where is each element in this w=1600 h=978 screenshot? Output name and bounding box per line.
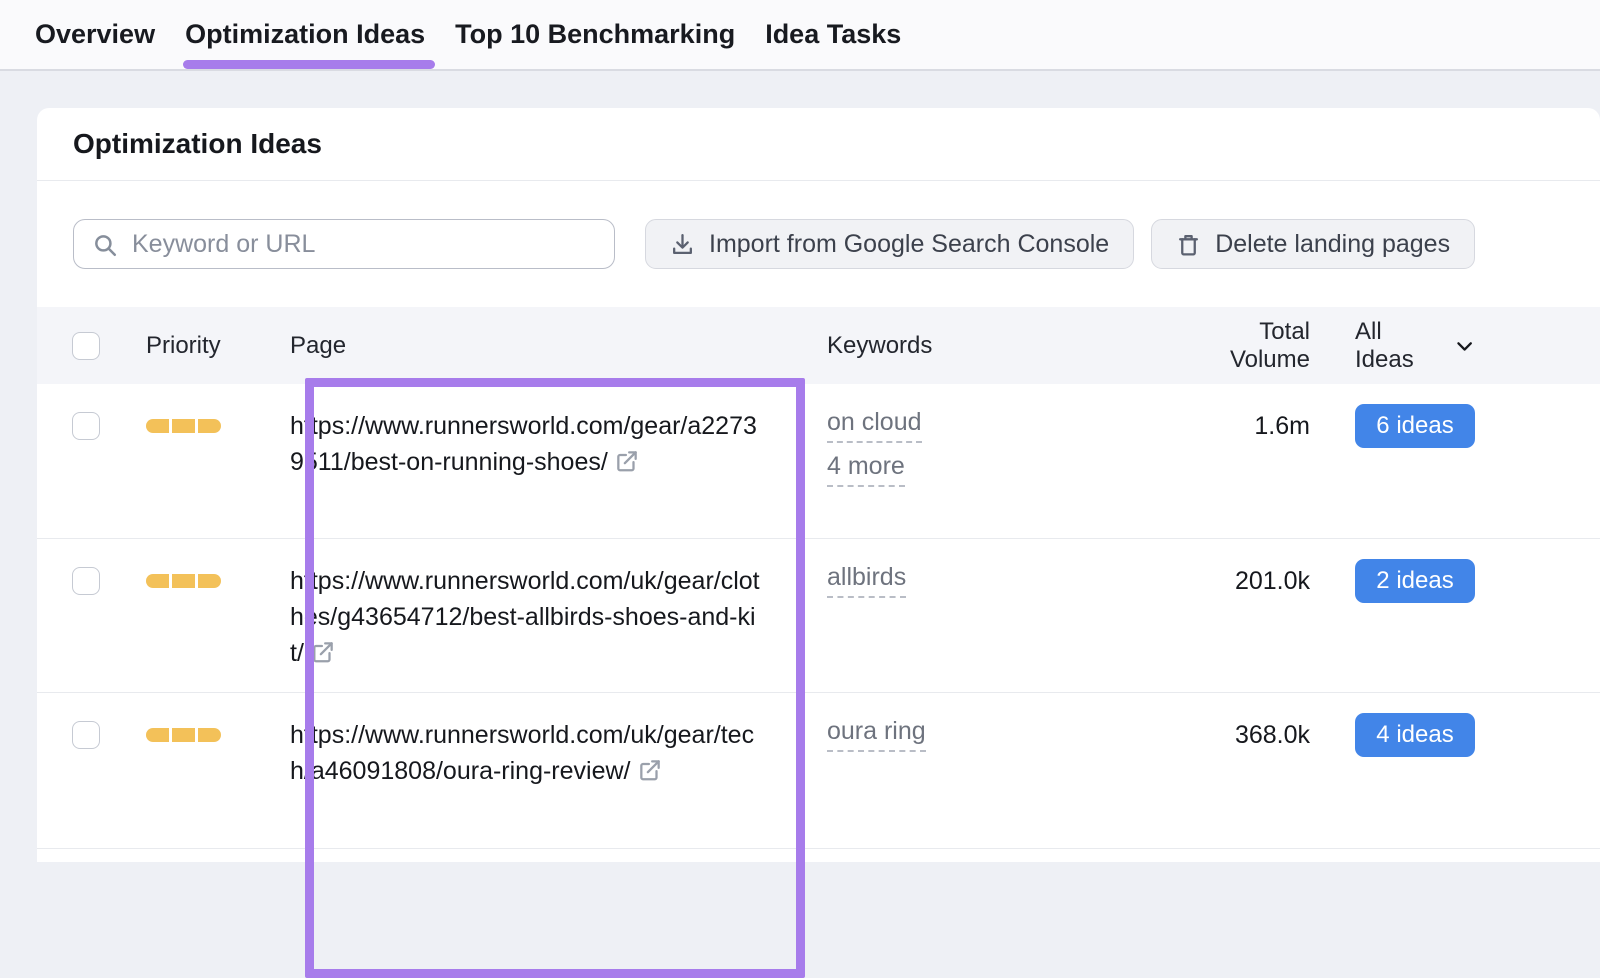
priority-indicator [146, 574, 290, 588]
external-link-icon[interactable] [614, 448, 640, 484]
table-header-row: Priority Page Keywords Total Volume All … [37, 307, 1600, 384]
row-checkbox[interactable] [72, 412, 100, 440]
page-title: Optimization Ideas [73, 128, 322, 160]
keyword-link[interactable]: allbirds [827, 563, 906, 598]
optimization-ideas-card: Optimization Ideas Import from Google Se… [37, 108, 1600, 862]
table-row: https://www.runnersworld.com/uk/gear/tec… [37, 693, 1600, 849]
select-all-checkbox[interactable] [72, 332, 100, 360]
header-priority: Priority [109, 332, 290, 360]
page-url-text: https://www.runnersworld.com/uk/gear/clo… [290, 567, 760, 667]
keyword-more-link[interactable]: 4 more [827, 452, 905, 487]
tab-bar: Overview Optimization Ideas Top 10 Bench… [0, 0, 1600, 71]
ideas-button[interactable]: 6 ideas [1355, 404, 1475, 448]
all-ideas-dropdown[interactable]: All Ideas [1355, 318, 1475, 374]
chevron-down-icon [1454, 335, 1475, 357]
total-volume-value: 368.0k [1175, 721, 1310, 750]
ideas-button[interactable]: 4 ideas [1355, 713, 1475, 757]
page-url: https://www.runnersworld.com/gear/a22739… [290, 408, 790, 484]
page-url: https://www.runnersworld.com/uk/gear/clo… [290, 563, 790, 675]
tab-optimization-ideas-label: Optimization Ideas [185, 19, 425, 50]
keyword-link[interactable]: on cloud [827, 408, 922, 443]
delete-landing-pages-label: Delete landing pages [1215, 230, 1450, 259]
table-row: https://www.runnersworld.com/gear/a22739… [37, 384, 1600, 539]
priority-indicator [146, 728, 290, 742]
page-url-text: https://www.runnersworld.com/uk/gear/tec… [290, 721, 754, 785]
total-volume-value: 201.0k [1175, 567, 1310, 596]
toolbar: Import from Google Search Console Delete… [37, 181, 1600, 307]
active-tab-underline [183, 60, 435, 69]
search-wrap [73, 219, 615, 269]
row-checkbox[interactable] [72, 567, 100, 595]
trash-icon [1176, 232, 1201, 257]
card-header: Optimization Ideas [37, 108, 1600, 181]
import-gsc-label: Import from Google Search Console [709, 230, 1109, 259]
tab-top-10-benchmarking-label: Top 10 Benchmarking [455, 19, 735, 50]
external-link-icon[interactable] [310, 639, 336, 675]
priority-indicator [146, 419, 290, 433]
header-page: Page [290, 332, 790, 360]
all-ideas-label: All Ideas [1355, 318, 1444, 374]
tab-overview[interactable]: Overview [35, 0, 155, 69]
row-checkbox[interactable] [72, 721, 100, 749]
page-url-text: https://www.runnersworld.com/gear/a22739… [290, 412, 757, 476]
import-gsc-button[interactable]: Import from Google Search Console [645, 219, 1134, 269]
page-url: https://www.runnersworld.com/uk/gear/tec… [290, 717, 790, 793]
search-icon [92, 232, 118, 258]
search-input[interactable] [73, 219, 615, 269]
delete-landing-pages-button[interactable]: Delete landing pages [1151, 219, 1475, 269]
tab-optimization-ideas[interactable]: Optimization Ideas [185, 0, 425, 69]
header-keywords: Keywords [790, 332, 1175, 360]
tab-idea-tasks-label: Idea Tasks [765, 19, 901, 50]
tab-top-10-benchmarking[interactable]: Top 10 Benchmarking [455, 0, 735, 69]
header-total-volume: Total Volume [1175, 318, 1310, 374]
total-volume-value: 1.6m [1175, 412, 1310, 441]
tab-idea-tasks[interactable]: Idea Tasks [765, 0, 901, 69]
ideas-button[interactable]: 2 ideas [1355, 559, 1475, 603]
external-link-icon[interactable] [637, 757, 663, 793]
tab-overview-label: Overview [35, 19, 155, 50]
keyword-link[interactable]: oura ring [827, 717, 926, 752]
download-icon [670, 232, 695, 257]
table-row: https://www.runnersworld.com/uk/gear/clo… [37, 539, 1600, 693]
